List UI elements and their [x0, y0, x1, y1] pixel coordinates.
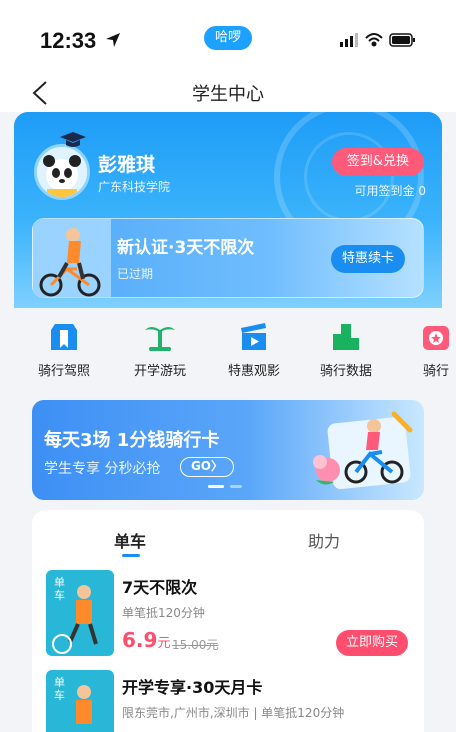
shortcut-label: 骑行	[422, 364, 449, 379]
shortcut-row: 骑行驾照 开学游玩 特惠观影 骑行数据 骑行	[0, 308, 456, 394]
product-name: 开学专享·30天月卡	[122, 678, 263, 697]
membership-card[interactable]: 新认证·3天不限次 已过期 特惠续卡	[32, 218, 424, 298]
gift-icon	[423, 326, 449, 350]
active-tab-indicator	[122, 554, 140, 557]
page-title: 学生中心	[192, 84, 264, 105]
product-item[interactable]: 单车 开学专享·30天月卡 限东莞市,广州市,深圳市 | 单笔抵120分钟	[46, 670, 412, 732]
shortcut-riding-license[interactable]: 骑行驾照	[24, 320, 104, 379]
clock: 12:33	[40, 28, 97, 53]
tab-assist[interactable]: 助力	[308, 528, 340, 552]
checkin-points: 可用签到金 0	[354, 184, 426, 198]
bike-promo-illustration	[313, 411, 413, 490]
go-label: GO	[190, 459, 212, 473]
system-status-icons	[340, 33, 415, 47]
carousel-dots	[208, 485, 242, 488]
signal-icon	[340, 33, 358, 47]
original-price: 15.00元	[172, 638, 219, 652]
product-thumbnail: 单车	[46, 670, 114, 732]
nav-bar: 学生中心	[0, 76, 456, 112]
license-icon	[51, 324, 77, 350]
products-panel: 单车 助力 单车 7天不限次 单笔抵120分钟 6.9元 15.00元 立即购买…	[32, 510, 424, 732]
product-price: 6.9元	[122, 628, 170, 652]
cyclist-image	[33, 219, 111, 297]
palm-tree-icon	[145, 327, 175, 351]
data-chart-icon	[333, 324, 359, 350]
shortcut-label: 骑行驾照	[37, 364, 90, 379]
hero-badge-inner-decoration	[304, 132, 394, 222]
school-name: 广东科技学院	[98, 180, 171, 194]
clapperboard-icon	[241, 323, 266, 350]
promo-go-button[interactable]: GO〉	[180, 457, 234, 477]
price-unit: 元	[157, 636, 171, 651]
renew-card-button[interactable]: 特惠续卡	[331, 245, 405, 273]
product-description: 单笔抵120分钟	[122, 606, 205, 620]
thumbnail-tag: 单车	[54, 576, 65, 602]
promo-title: 每天3场 1分钱骑行卡	[44, 430, 220, 451]
panda-avatar-icon	[37, 147, 87, 197]
product-name: 7天不限次	[122, 578, 198, 597]
status-bar: 12:33 哈啰	[0, 0, 456, 76]
product-thumbnail: 单车	[46, 570, 114, 656]
shortcut-movie-deals[interactable]: 特惠观影	[214, 320, 294, 379]
promo-banner[interactable]: 每天3场 1分钱骑行卡 学生专享 分秒必抢 GO〉	[32, 400, 424, 500]
shortcut-label: 开学游玩	[133, 364, 186, 379]
tab-bike[interactable]: 单车	[114, 528, 146, 552]
buy-now-button[interactable]: 立即购买	[336, 630, 408, 656]
location-arrow-icon	[106, 33, 120, 47]
wifi-icon	[365, 33, 383, 47]
checkin-exchange-button[interactable]: 签到&兑换	[332, 148, 424, 176]
shortcut-label: 骑行数据	[319, 364, 372, 379]
shortcut-ride-data[interactable]: 骑行数据	[306, 320, 386, 379]
membership-status: 已过期	[117, 267, 154, 281]
avatar[interactable]	[34, 144, 90, 200]
battery-icon	[389, 33, 415, 47]
thumbnail-tag: 单车	[54, 676, 65, 702]
product-item[interactable]: 单车 7天不限次 单笔抵120分钟 6.9元 15.00元 立即购买	[46, 570, 412, 660]
promo-subtitle: 学生专享 分秒必抢	[44, 461, 161, 477]
shortcut-riding-more[interactable]: 骑行	[396, 320, 456, 379]
user-name: 彭雅琪	[98, 154, 156, 176]
shortcut-label: 特惠观影	[227, 364, 280, 379]
app-indicator-pill[interactable]: 哈啰	[204, 26, 252, 50]
product-description: 限东莞市,广州市,深圳市 | 单笔抵120分钟	[122, 706, 345, 720]
membership-title: 新认证·3天不限次	[117, 238, 255, 258]
price-value: 6.9	[122, 628, 158, 652]
graduation-cap-icon	[60, 132, 86, 147]
shortcut-school-fun[interactable]: 开学游玩	[120, 320, 200, 379]
